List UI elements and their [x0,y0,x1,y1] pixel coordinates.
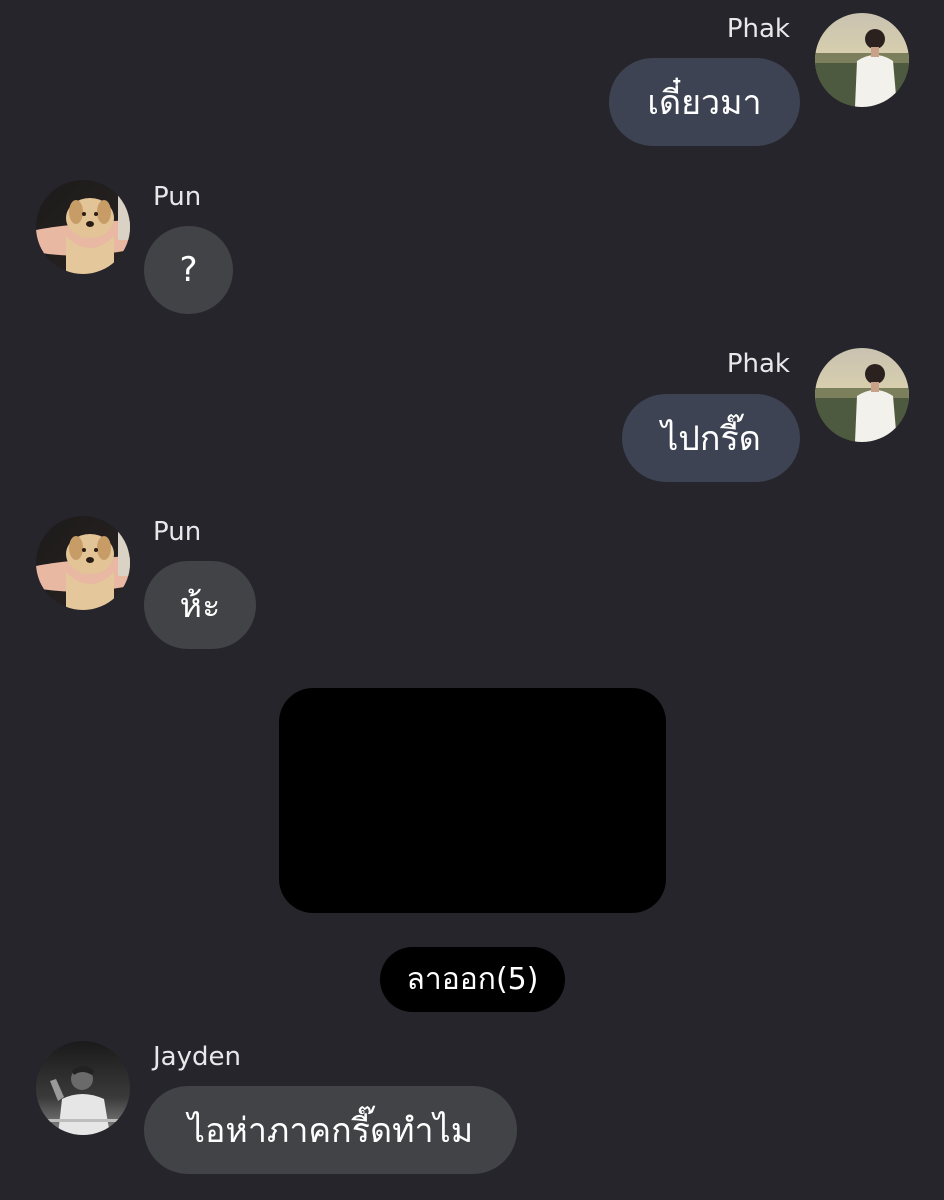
jayden-avatar-icon[interactable] [36,1041,130,1135]
phak-avatar-icon[interactable] [815,348,909,442]
pun-avatar-icon[interactable] [36,516,130,610]
media-placeholder[interactable] [279,688,666,913]
sender-name-phak: Phak [726,14,790,44]
message-bubble[interactable]: ไอห่าภาคกรี๊ดทำไม [144,1086,517,1174]
message-bubble[interactable]: ห้ะ [144,561,256,649]
sender-name-jayden: Jayden [153,1042,241,1072]
message-bubble[interactable]: ไปกรี๊ด [622,394,800,482]
phak-avatar-icon[interactable] [815,13,909,107]
sender-name-pun: Pun [153,182,202,212]
pun-avatar-icon[interactable] [36,180,130,274]
message-bubble[interactable]: เดี๋ยวมา [609,58,800,146]
system-notice-pill: ลาออก(5) [380,947,565,1012]
sender-name-phak: Phak [726,349,790,379]
sender-name-pun: Pun [153,517,202,547]
message-bubble[interactable]: ? [144,226,233,314]
